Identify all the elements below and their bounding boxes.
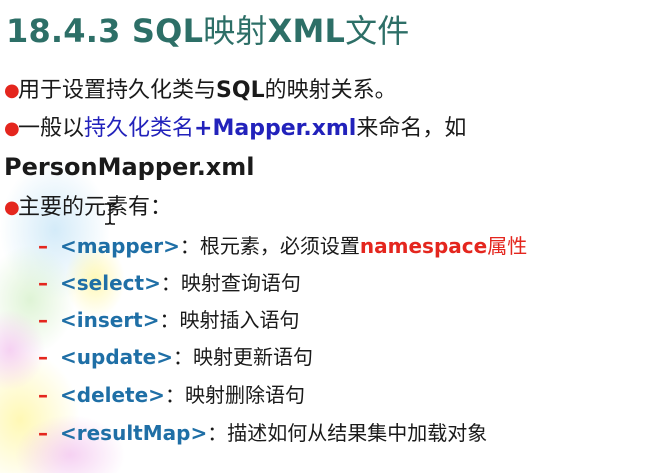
dash-icon: – bbox=[38, 345, 48, 369]
dash-icon: – bbox=[38, 421, 48, 445]
element-sep: ： bbox=[164, 383, 185, 407]
title-number: 18.4.3 bbox=[6, 12, 132, 50]
bullet-item-elements: ●主要的元素有： bbox=[4, 193, 172, 223]
element-desc: 映射删除语句 bbox=[184, 383, 305, 407]
title-xml: XML bbox=[267, 12, 346, 50]
element-item-resultmap: – <resultMap>：描述如何从结果集中加载对象 bbox=[38, 419, 487, 447]
bullet-item-naming: ●一般以持久化类名+Mapper.xml来命名，如 bbox=[4, 114, 466, 144]
bullet-text: 用于设置持久化类与 bbox=[18, 78, 217, 103]
bullet-dot-icon: ● bbox=[4, 197, 20, 218]
bullet-keyword: SQL bbox=[216, 78, 265, 103]
element-tag: <select> bbox=[60, 271, 161, 295]
element-item-update: – <update>：映射更新语句 bbox=[38, 343, 313, 371]
dash-icon: – bbox=[38, 383, 48, 407]
bullet-highlight-bold: +Mapper.xml bbox=[194, 116, 357, 141]
title-sql: SQL bbox=[131, 12, 204, 50]
element-desc: 映射插入语句 bbox=[179, 308, 300, 332]
slide-title: 18.4.3 SQL映射XML文件 bbox=[6, 12, 410, 50]
dash-icon: – bbox=[38, 271, 48, 295]
element-item-insert: – <insert>：映射插入语句 bbox=[38, 306, 300, 334]
bullet-dot-icon: ● bbox=[4, 118, 20, 139]
element-item-mapper: – <mapper>：根元素，必须设置namespace属性 bbox=[38, 232, 527, 260]
element-desc-tail: 属性 bbox=[487, 234, 528, 258]
bullet-dot-icon: ● bbox=[4, 80, 20, 101]
bullet-continuation-example: PersonMapper.xml bbox=[4, 153, 255, 181]
element-tag: <mapper> bbox=[60, 234, 180, 258]
element-desc: 根元素，必须设置 bbox=[199, 234, 360, 258]
title-mid: 映射 bbox=[203, 12, 268, 50]
element-desc-keyword: namespace bbox=[359, 234, 488, 258]
element-item-select: – <select>：映射查询语句 bbox=[38, 269, 301, 297]
element-tag: <resultMap> bbox=[60, 421, 208, 445]
bullet-item-purpose: ●用于设置持久化类与SQL的映射关系。 bbox=[4, 76, 397, 106]
bullet-text: 的映射关系。 bbox=[264, 78, 397, 103]
dash-icon: – bbox=[38, 234, 48, 258]
element-tag: <delete> bbox=[60, 383, 165, 407]
element-sep: ： bbox=[173, 345, 194, 369]
element-tag: <insert> bbox=[60, 308, 160, 332]
element-sep: ： bbox=[160, 271, 181, 295]
bullet-highlight: 持久化类名 bbox=[84, 116, 195, 141]
text-cursor-icon bbox=[105, 203, 115, 225]
element-sep: ： bbox=[179, 234, 200, 258]
element-desc: 映射查询语句 bbox=[180, 271, 301, 295]
dash-icon: – bbox=[38, 308, 48, 332]
element-item-delete: – <delete>：映射删除语句 bbox=[38, 381, 305, 409]
bullet-text: 主要的元素有： bbox=[18, 195, 173, 220]
element-desc: 描述如何从结果集中加载对象 bbox=[227, 421, 488, 445]
slide: 18.4.3 SQL映射XML文件 ●用于设置持久化类与SQL的映射关系。 ●一… bbox=[0, 0, 660, 473]
title-tail: 文件 bbox=[345, 12, 410, 50]
bullet-text: 一般以 bbox=[18, 116, 85, 141]
element-sep: ： bbox=[159, 308, 180, 332]
element-sep: ： bbox=[207, 421, 228, 445]
bullet-text: 来命名，如 bbox=[356, 116, 467, 141]
element-tag: <update> bbox=[60, 345, 174, 369]
element-desc: 映射更新语句 bbox=[193, 345, 314, 369]
